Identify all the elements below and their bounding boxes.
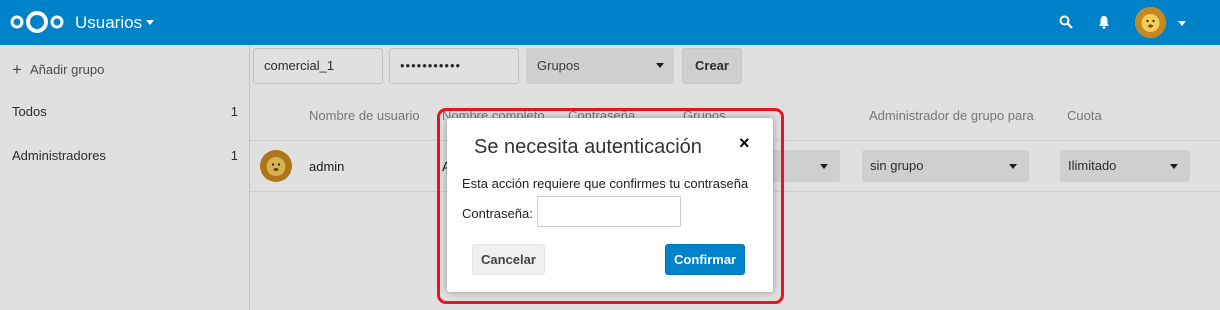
search-icon[interactable] [1059,15,1073,29]
app-menu-caret-icon[interactable] [146,20,154,25]
confirm-button[interactable]: Confirmar [665,244,746,275]
password-label: Contraseña: [462,206,533,221]
cancel-button[interactable]: Cancelar [472,244,545,275]
user-menu-caret-icon[interactable] [1178,21,1186,26]
user-avatar[interactable] [1135,7,1166,38]
app-title[interactable]: Usuarios [75,13,142,33]
auth-dialog: Se necesita autenticación × Esta acción … [447,118,773,292]
top-header: Usuarios [0,0,1220,45]
nextcloud-logo[interactable] [8,10,66,34]
dialog-message: Esta acción requiere que confirmes tu co… [462,176,749,191]
dialog-title: Se necesita autenticación [474,136,702,158]
close-icon[interactable]: × [739,133,750,154]
password-field[interactable] [537,196,681,227]
bell-icon[interactable] [1098,15,1110,29]
